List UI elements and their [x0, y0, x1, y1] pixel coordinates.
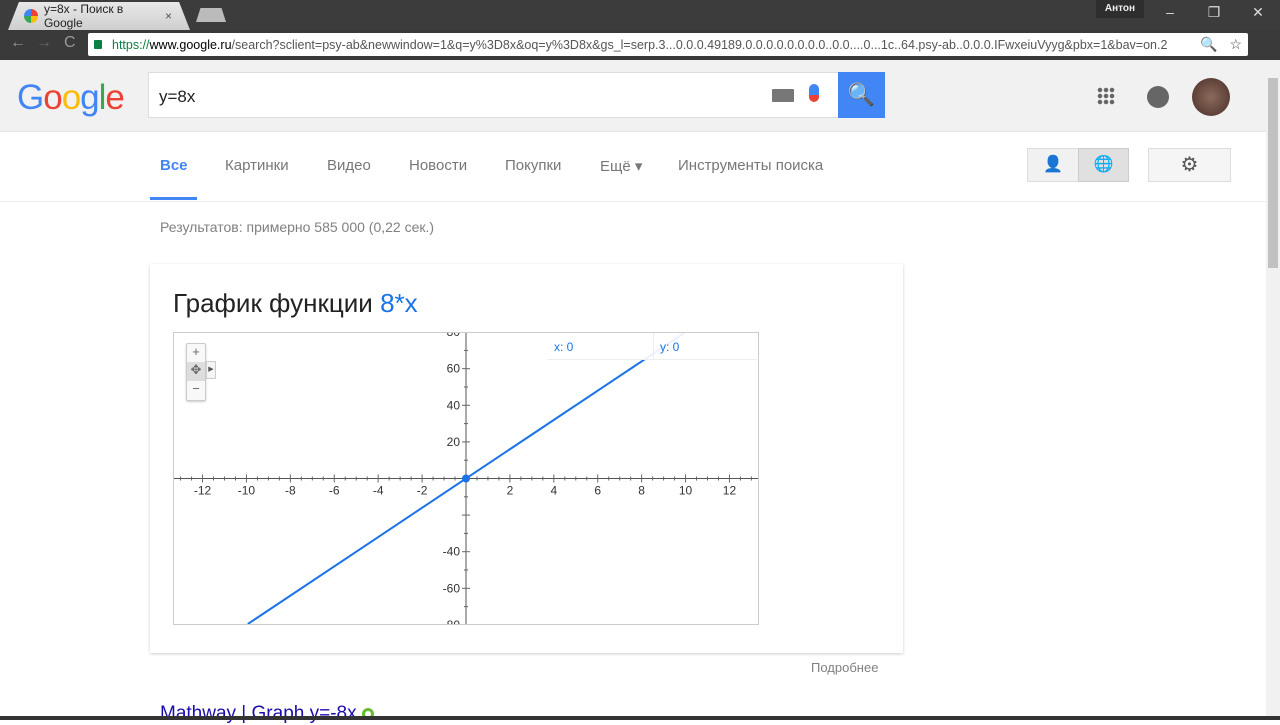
- tab-images[interactable]: Картинки: [225, 157, 289, 174]
- active-tab-indicator: [150, 197, 197, 200]
- y-tick-label: 40: [447, 398, 461, 412]
- graph-title-function: 8*x: [380, 288, 418, 318]
- url-path: /search?sclient=psy-ab&newwindow=1&q=y%3…: [231, 37, 1168, 52]
- graph-canvas[interactable]: -12 -10 -8 -6 -4 -2 2 4 6 8 10 12 80 60 40 20 -40 -60 -80: [174, 333, 758, 624]
- expand-arrow-icon[interactable]: ▶: [206, 361, 216, 379]
- graph-title-prefix: График функции: [173, 288, 381, 318]
- url-scheme: https://: [112, 37, 150, 52]
- y-tick-label: 80: [447, 333, 461, 339]
- x-tick-label: 10: [679, 484, 693, 498]
- y-readout: y: 0: [653, 333, 685, 360]
- x-tick-label: -12: [194, 484, 212, 498]
- tab-news[interactable]: Новости: [409, 157, 467, 174]
- x-tick-label: -4: [373, 484, 384, 498]
- coordinate-readout: x: 0 y: 0: [547, 333, 757, 360]
- search-button[interactable]: 🔍: [838, 72, 885, 118]
- profile-name[interactable]: Антон: [1096, 0, 1144, 18]
- tab-title: y=8x - Поиск в Google: [43, 2, 124, 30]
- microphone-icon[interactable]: [809, 84, 819, 102]
- global-results-button[interactable]: 🌐: [1078, 148, 1129, 182]
- y-tick-label: -40: [443, 545, 461, 559]
- google-logo[interactable]: Google: [17, 78, 125, 118]
- x-tick-label: 12: [723, 484, 737, 498]
- close-window-button[interactable]: ✕: [1238, 0, 1278, 24]
- x-tick-label: -6: [329, 484, 340, 498]
- personal-results-button[interactable]: 👤: [1027, 148, 1079, 182]
- settings-button[interactable]: ⚙: [1148, 148, 1231, 182]
- x-tick-label: 2: [507, 484, 514, 498]
- notifications-icon[interactable]: [1147, 86, 1169, 108]
- tab-close-icon[interactable]: ×: [165, 9, 172, 23]
- url-host: www.google.ru: [149, 37, 232, 52]
- avatar[interactable]: [1192, 78, 1230, 116]
- result-link[interactable]: Mathway | Graph y=-8x: [160, 703, 357, 724]
- back-button[interactable]: ←: [10, 34, 26, 52]
- x-tick-label: 8: [638, 484, 645, 498]
- tab-shopping[interactable]: Покупки: [505, 157, 561, 174]
- graph-title: График функции 8*x: [173, 288, 418, 319]
- y-tick-label: 20: [447, 435, 461, 449]
- bookmark-star-icon[interactable]: ☆: [1223, 36, 1248, 53]
- x-tick-label: -8: [285, 484, 296, 498]
- x-tick-label: 4: [550, 484, 557, 498]
- zoom-out-button[interactable]: −: [187, 381, 205, 399]
- x-tick-label: -2: [417, 484, 428, 498]
- restore-button[interactable]: ❐: [1194, 0, 1234, 24]
- lock-icon: [94, 40, 102, 49]
- zoom-in-button[interactable]: +: [187, 344, 205, 362]
- address-bar[interactable]: https://www.google.ru/search?sclient=psy…: [88, 33, 1248, 56]
- browser-tab-strip: [0, 0, 1280, 30]
- minimize-button[interactable]: –: [1150, 0, 1190, 24]
- pan-button[interactable]: ✥: [187, 362, 205, 381]
- scrollbar-thumb[interactable]: [1268, 78, 1278, 268]
- google-favicon-icon: [24, 9, 38, 23]
- zoom-controls: + ✥ −: [186, 343, 206, 401]
- x-readout: x: 0: [554, 340, 574, 354]
- zoom-icon[interactable]: 🔍: [1194, 36, 1224, 53]
- function-graph[interactable]: -12-10-8-6-4-22468101280604020-40-60-80 …: [173, 332, 759, 625]
- forward-button[interactable]: →: [36, 34, 52, 52]
- search-result-title[interactable]: Mathway | Graph y=-8x: [160, 703, 374, 725]
- apps-grid-icon[interactable]: [1097, 87, 1115, 105]
- tab-search-tools[interactable]: Инструменты поиска: [678, 157, 823, 174]
- highlight-point: [462, 474, 470, 483]
- taskbar-edge: [0, 716, 1280, 720]
- reload-button[interactable]: C: [64, 34, 76, 52]
- tab-more[interactable]: Ещё ▾: [600, 157, 642, 175]
- x-tick-label: -10: [238, 484, 256, 498]
- tab-all[interactable]: Все: [160, 157, 188, 174]
- y-tick-label: 60: [447, 362, 461, 376]
- search-input[interactable]: y=8x: [148, 72, 838, 118]
- y-tick-label: -60: [443, 581, 461, 595]
- result-stats: Результатов: примерно 585 000 (0,22 сек.…: [160, 219, 435, 235]
- browser-tab[interactable]: y=8x - Поиск в Google ×: [8, 2, 190, 30]
- new-tab-button[interactable]: [196, 8, 226, 22]
- more-link[interactable]: Подробнее: [811, 660, 878, 675]
- keyboard-icon[interactable]: [772, 89, 794, 102]
- x-tick-label: 6: [594, 484, 601, 498]
- y-tick-label: -80: [443, 618, 461, 624]
- tab-video[interactable]: Видео: [327, 157, 371, 174]
